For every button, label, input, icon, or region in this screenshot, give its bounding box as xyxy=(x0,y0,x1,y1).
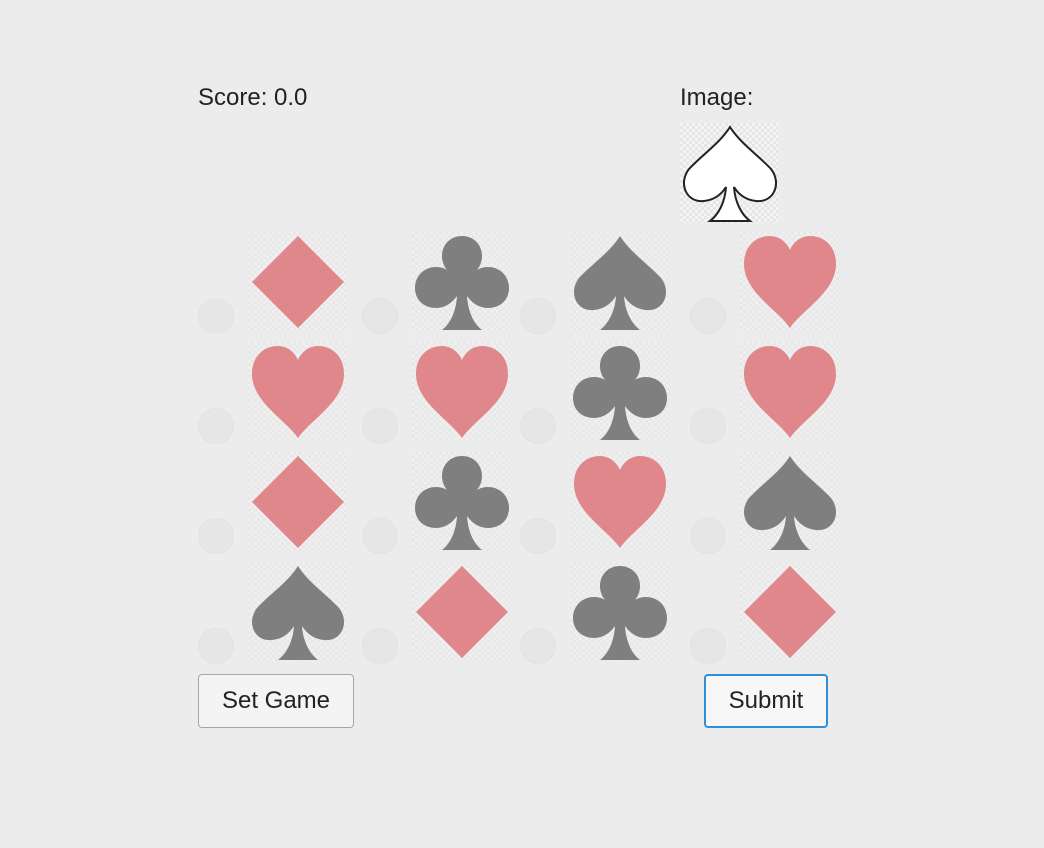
cell-radio-3-2[interactable] xyxy=(362,518,398,554)
cell-radio-4-2[interactable] xyxy=(362,628,398,664)
card-cell-2-2[interactable] xyxy=(412,342,512,442)
cell-radio-4-4[interactable] xyxy=(690,628,726,664)
diamond-icon xyxy=(252,236,344,328)
set-game-button[interactable]: Set Game xyxy=(198,674,354,728)
spade-icon xyxy=(573,236,667,330)
cell-radio-2-4[interactable] xyxy=(690,408,726,444)
card-cell-4-4[interactable] xyxy=(740,562,840,662)
spade-icon xyxy=(683,125,777,222)
diamond-icon xyxy=(744,566,836,658)
card-cell-3-2[interactable] xyxy=(412,452,512,552)
card-cell-4-1[interactable] xyxy=(248,562,348,662)
card-cell-1-3[interactable] xyxy=(570,232,670,332)
cell-radio-1-4[interactable] xyxy=(690,298,726,334)
score-label: Score: 0.0 xyxy=(198,84,308,111)
spade-icon xyxy=(251,566,345,660)
club-icon xyxy=(573,346,667,440)
diamond-icon xyxy=(416,566,508,658)
submit-button[interactable]: Submit xyxy=(704,674,828,728)
cell-radio-3-3[interactable] xyxy=(520,518,556,554)
card-cell-4-3[interactable] xyxy=(570,562,670,662)
card-cell-2-3[interactable] xyxy=(570,342,670,442)
club-icon xyxy=(415,456,509,550)
heart-icon xyxy=(416,346,508,438)
card-cell-1-4[interactable] xyxy=(740,232,840,332)
card-cell-3-1[interactable] xyxy=(248,452,348,552)
club-icon xyxy=(573,566,667,660)
cell-radio-1-3[interactable] xyxy=(520,298,556,334)
club-icon xyxy=(415,236,509,330)
cell-radio-2-3[interactable] xyxy=(520,408,556,444)
card-cell-1-2[interactable] xyxy=(412,232,512,332)
heart-icon xyxy=(744,236,836,328)
card-cell-1-1[interactable] xyxy=(248,232,348,332)
heart-icon xyxy=(574,456,666,548)
card-cell-3-3[interactable] xyxy=(570,452,670,552)
heart-icon xyxy=(744,346,836,438)
card-grid xyxy=(196,232,840,664)
target-image xyxy=(680,123,780,223)
card-cell-2-1[interactable] xyxy=(248,342,348,442)
diamond-icon xyxy=(252,456,344,548)
cell-radio-4-3[interactable] xyxy=(520,628,556,664)
cell-radio-1-2[interactable] xyxy=(362,298,398,334)
image-label: Image: xyxy=(680,84,754,111)
card-cell-3-4[interactable] xyxy=(740,452,840,552)
spade-icon xyxy=(743,456,837,550)
cell-radio-4-1[interactable] xyxy=(198,628,234,664)
heart-icon xyxy=(252,346,344,438)
card-cell-4-2[interactable] xyxy=(412,562,512,662)
card-cell-2-4[interactable] xyxy=(740,342,840,442)
cell-radio-3-4[interactable] xyxy=(690,518,726,554)
cell-radio-2-2[interactable] xyxy=(362,408,398,444)
cell-radio-3-1[interactable] xyxy=(198,518,234,554)
cell-radio-1-1[interactable] xyxy=(198,298,234,334)
game-window: Score: 0.0 Image: Set Game Submit xyxy=(0,0,1044,848)
cell-radio-2-1[interactable] xyxy=(198,408,234,444)
